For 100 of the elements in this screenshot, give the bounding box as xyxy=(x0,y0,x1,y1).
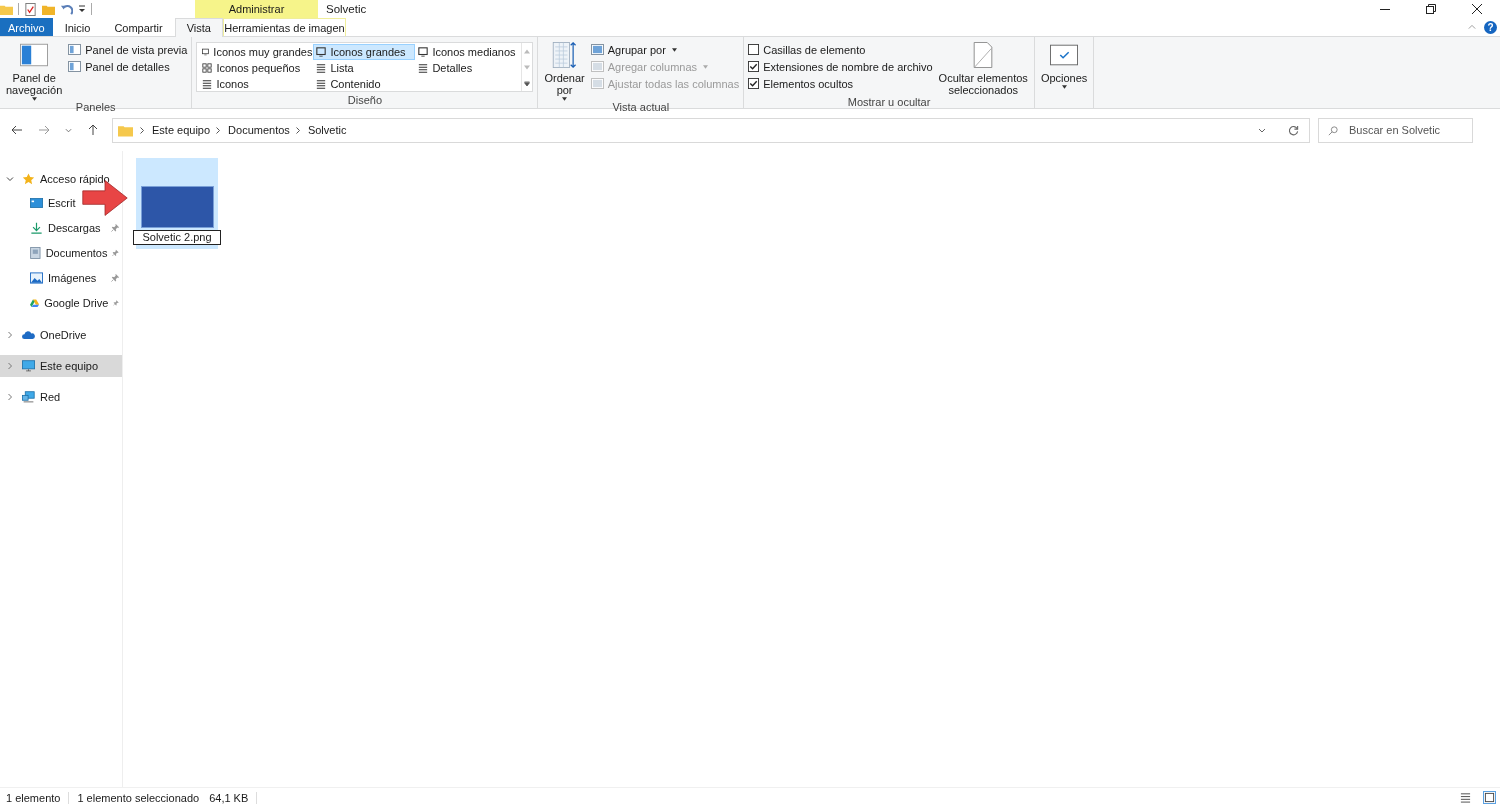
file-item[interactable]: Solvetic 2.png xyxy=(136,158,218,249)
ribbon-tab[interactable]: Inicio xyxy=(52,18,103,36)
tree-item[interactable]: Escrit xyxy=(0,190,76,215)
dropdown-icon[interactable] xyxy=(1258,127,1266,133)
layout-option[interactable]: Iconos xyxy=(199,76,314,92)
caret-icon xyxy=(671,47,677,52)
layout-option[interactable]: Lista xyxy=(313,60,416,76)
columns-icon xyxy=(590,78,604,89)
columns-icon xyxy=(590,61,604,72)
columns-icon xyxy=(590,44,604,55)
pin-icon[interactable] xyxy=(112,248,119,257)
tree-item[interactable]: Este equipo xyxy=(0,355,122,377)
tree-item[interactable]: Imágenes xyxy=(0,265,122,290)
folder-icon xyxy=(118,123,133,137)
tree-item[interactable]: OneDrive xyxy=(0,324,122,346)
address-bar[interactable]: Este equipo Documentos Solvetic xyxy=(112,117,1310,143)
layout-option[interactable]: Contenido xyxy=(313,76,416,92)
contextual-tab-header: Administrar xyxy=(195,0,318,18)
chevron-icon[interactable] xyxy=(216,126,221,134)
ribbon-tab[interactable]: Compartir xyxy=(102,18,175,36)
pane-icon xyxy=(68,61,82,72)
ribbon-button[interactable]: Agrupar por xyxy=(590,42,740,57)
window-title: Solvetic xyxy=(325,3,367,15)
ribbon-button-label: Ordenar por xyxy=(544,72,585,96)
tree-item[interactable]: Red xyxy=(0,386,122,408)
properties-icon[interactable] xyxy=(24,2,37,16)
list-icon xyxy=(316,63,327,73)
ribbon-button[interactable]: Opciones xyxy=(1038,40,1090,108)
forward-icon[interactable] xyxy=(38,124,50,136)
restore-icon[interactable] xyxy=(1426,4,1436,14)
tree-item[interactable]: Documentos xyxy=(0,240,122,265)
caret-icon xyxy=(562,97,568,101)
tree-item[interactable]: Google Drive xyxy=(0,290,122,315)
ribbon-tab[interactable]: Archivo xyxy=(0,18,53,36)
group-label: Paneles xyxy=(74,101,117,113)
details-view-icon[interactable] xyxy=(1460,792,1471,803)
recent-locations-icon[interactable] xyxy=(65,127,72,133)
caret-icon xyxy=(1061,85,1067,89)
tree-item[interactable]: Acceso rápido xyxy=(0,168,122,190)
monitor-icon xyxy=(202,47,210,57)
checkbox-option[interactable]: Extensiones de nombre de archivo xyxy=(748,59,933,74)
status-text: 1 elemento xyxy=(6,791,61,804)
breadcrumb[interactable]: Documentos xyxy=(228,124,290,136)
list-icon xyxy=(418,63,429,73)
refresh-icon[interactable] xyxy=(1288,124,1299,136)
breadcrumb[interactable]: Este equipo xyxy=(152,124,211,136)
help-button[interactable]: ? xyxy=(1484,21,1497,34)
ribbon-button[interactable]: Panel de vista previa xyxy=(68,42,188,57)
layout-option[interactable]: Detalles xyxy=(415,60,520,76)
drive-icon xyxy=(30,296,40,309)
list-icon xyxy=(202,79,213,89)
search-icon xyxy=(1328,125,1338,136)
caret-icon xyxy=(703,64,709,69)
checkbox-option[interactable]: Elementos ocultos xyxy=(748,76,933,91)
ribbon-tab[interactable]: Vista xyxy=(174,18,223,37)
monitor-icon xyxy=(418,47,429,57)
document-icon xyxy=(30,246,41,259)
close-icon[interactable] xyxy=(1472,4,1482,14)
file-name[interactable]: Solvetic 2.png xyxy=(133,230,221,245)
cloud-icon xyxy=(22,329,35,341)
ribbon-button-label: Opciones xyxy=(1040,72,1088,84)
ribbon-button[interactable]: Ordenar por xyxy=(542,40,587,101)
collapse-icon[interactable] xyxy=(6,175,14,183)
pin-icon[interactable] xyxy=(111,273,119,282)
pin-icon[interactable] xyxy=(113,298,119,307)
layout-option[interactable]: Iconos muy grandes xyxy=(199,44,314,60)
layout-option[interactable]: Iconos pequeños xyxy=(199,60,314,76)
undo-icon[interactable] xyxy=(60,2,73,16)
caret-icon xyxy=(31,97,37,101)
list-icon xyxy=(316,79,327,89)
grid-icon xyxy=(202,63,213,73)
customize-caret-icon[interactable] xyxy=(78,5,86,13)
checkbox[interactable] xyxy=(748,78,760,89)
checkbox-option[interactable]: Casillas de elemento xyxy=(748,42,933,57)
chevron-icon[interactable] xyxy=(295,126,300,134)
ribbon-button-label: Ocultar elementos seleccionados xyxy=(938,72,1028,96)
star-icon xyxy=(22,173,35,185)
chevron-icon[interactable] xyxy=(140,126,144,134)
up-icon[interactable] xyxy=(87,124,99,136)
back-icon[interactable] xyxy=(11,124,23,136)
sort-icon xyxy=(550,42,579,68)
large-icons-view-icon[interactable] xyxy=(1484,792,1495,803)
ribbon-button[interactable]: Ocultar elementos seleccionados xyxy=(936,40,1030,96)
checkbox[interactable] xyxy=(748,61,760,72)
tree-item[interactable]: Descargas xyxy=(0,215,122,240)
layout-option[interactable]: Iconos medianos xyxy=(415,44,520,60)
ribbon-tab[interactable]: Herramientas de imagen xyxy=(222,18,346,36)
layout-option[interactable]: Iconos grandes xyxy=(313,44,416,60)
pane-icon xyxy=(68,44,82,55)
group-label: Vista actual xyxy=(611,101,671,113)
search-field[interactable]: Buscar en Solvetic xyxy=(1318,117,1473,143)
group-label: Mostrar u ocultar xyxy=(846,96,932,108)
status-text: 64,1 KB xyxy=(209,791,249,804)
breadcrumb[interactable]: Solvetic xyxy=(307,124,347,136)
download-icon xyxy=(30,221,43,234)
ribbon-button[interactable]: Panel de detalles xyxy=(68,59,188,74)
ribbon-button[interactable]: Panel de navegación xyxy=(4,40,65,101)
pin-icon[interactable] xyxy=(111,223,119,232)
checkbox[interactable] xyxy=(748,44,760,55)
more-icon[interactable] xyxy=(524,80,531,86)
